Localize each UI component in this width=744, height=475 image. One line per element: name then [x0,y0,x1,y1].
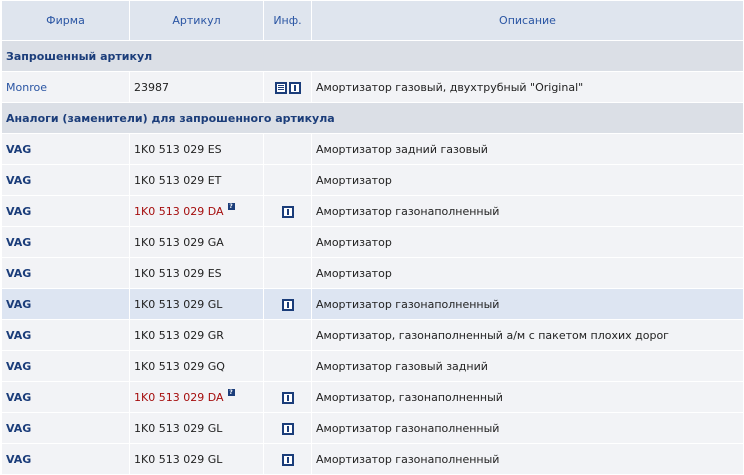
description: Амортизатор [311,164,744,196]
article-number: 1K0 513 029 ES [134,142,222,156]
info-cell [263,288,312,320]
description: Амортизатор газовый, двухтрубный "Origin… [311,71,744,103]
article-cell: 1K0 513 029 GL [129,288,264,320]
question-icon[interactable]: ? [227,388,235,396]
info-cell [263,350,312,382]
table-row: VAG 1K0 513 029 ES Амортизатор задний газо… [1,133,744,165]
question-icon[interactable]: ? [227,202,235,210]
info-cell [263,381,312,413]
article-number: 1K0 513 029 GR [134,328,224,342]
article-cell: 1K0 513 029 DA? [129,381,264,413]
firm-name: VAG [1,319,130,351]
firm-name: VAG [1,350,130,382]
article-number: 23987 [129,71,264,103]
firm-name: VAG [1,381,130,413]
article-number: 1K0 513 029 ET [134,173,222,187]
firm-name: VAG [1,443,130,475]
firm-name: VAG [1,226,130,258]
table-row: VAG 1K0 513 029 GR Амортизатор, газонаполн… [1,319,744,351]
column-header-firm[interactable]: Фирма [1,0,130,41]
document-icon[interactable] [274,81,287,94]
info-cell [263,133,312,165]
requested-section-header: Запрошенный артикул [1,40,744,72]
table-row: VAG 1K0 513 029 DA? Амортизатор газонаполн… [1,195,744,227]
description: Амортизатор [311,257,744,289]
description: Амортизатор газонаполненный [311,195,744,227]
article-number: 1K0 513 029 GA [134,235,224,249]
analogs-section-header: Аналоги (заменители) для запрошенного ар… [1,102,744,134]
column-header-description[interactable]: Описание [311,0,744,41]
table-row: VAG 1K0 513 029 GL Амортизатор газонаполне… [1,412,744,444]
table-row: VAG 1K0 513 029 GQ Амортизатор газовый зад… [1,350,744,382]
article-cell: 1K0 513 029 GR [129,319,264,351]
firm-name: VAG [1,257,130,289]
info-cell [263,412,312,444]
info-icon[interactable] [281,205,294,218]
description: Амортизатор [311,226,744,258]
table-row: VAG 1K0 513 029 ET Амортизатор [1,164,744,196]
description: Амортизатор, газонаполненный а/м с пакет… [311,319,744,351]
info-icon[interactable] [281,422,294,435]
article-cell: 1K0 513 029 ES [129,257,264,289]
header-row: Фирма Артикул Инф. Описание [1,0,744,41]
parts-table: Фирма Артикул Инф. Описание Запрошенный … [1,0,744,475]
table-row: VAG 1K0 513 029 GA Амортизатор [1,226,744,258]
description: Амортизатор газонаполненный [311,443,744,475]
description: Амортизатор, газонаполненный [311,381,744,413]
description: Амортизатор газонаполненный [311,412,744,444]
info-icon[interactable] [281,453,294,466]
info-icon[interactable] [281,298,294,311]
article-cell: 1K0 513 029 ET [129,164,264,196]
info-cell [263,71,312,103]
article-cell: 1K0 513 029 GA [129,226,264,258]
info-cell [263,257,312,289]
table-row: VAG 1K0 513 029 GL Амортизатор газонаполне… [1,288,744,320]
info-icon[interactable] [288,81,301,94]
article-cell: 1K0 513 029 DA? [129,195,264,227]
column-header-info: Инф. [263,0,312,41]
firm-name: VAG [1,164,130,196]
description: Амортизатор газонаполненный [311,288,744,320]
article-number: 1K0 513 029 GL [134,421,223,435]
article-cell: 1K0 513 029 GL [129,412,264,444]
firm-name: VAG [1,412,130,444]
info-cell [263,443,312,475]
info-cell [263,226,312,258]
requested-article-row: Monroe 23987 Амортизатор газовый, двухтр… [1,71,744,103]
firm-link[interactable]: Monroe [1,71,130,103]
article-number: 1K0 513 029 GL [134,452,223,466]
description: Амортизатор газовый задний [311,350,744,382]
info-cell [263,195,312,227]
table-row: VAG 1K0 513 029 DA? Амортизатор, газонапол… [1,381,744,413]
firm-name: VAG [1,288,130,320]
article-number: 1K0 513 029 GL [134,297,223,311]
article-number: 1K0 513 029 GQ [134,359,225,373]
article-cell: 1K0 513 029 GQ [129,350,264,382]
firm-name: VAG [1,133,130,165]
section-title: Аналоги (заменители) для запрошенного ар… [1,102,744,134]
article-cell: 1K0 513 029 GL [129,443,264,475]
table-row: VAG 1K0 513 029 GL Амортизатор газонаполне… [1,443,744,475]
description: Амортизатор задний газовый [311,133,744,165]
info-icon[interactable] [281,391,294,404]
table-row: VAG 1K0 513 029 ES Амортизатор [1,257,744,289]
firm-name: VAG [1,195,130,227]
article-number: 1K0 513 029 DA [134,390,224,404]
article-number: 1K0 513 029 DA [134,204,224,218]
section-title: Запрошенный артикул [1,40,744,72]
info-cell [263,164,312,196]
info-cell [263,319,312,351]
column-header-article[interactable]: Артикул [129,0,264,41]
article-number: 1K0 513 029 ES [134,266,222,280]
article-cell: 1K0 513 029 ES [129,133,264,165]
